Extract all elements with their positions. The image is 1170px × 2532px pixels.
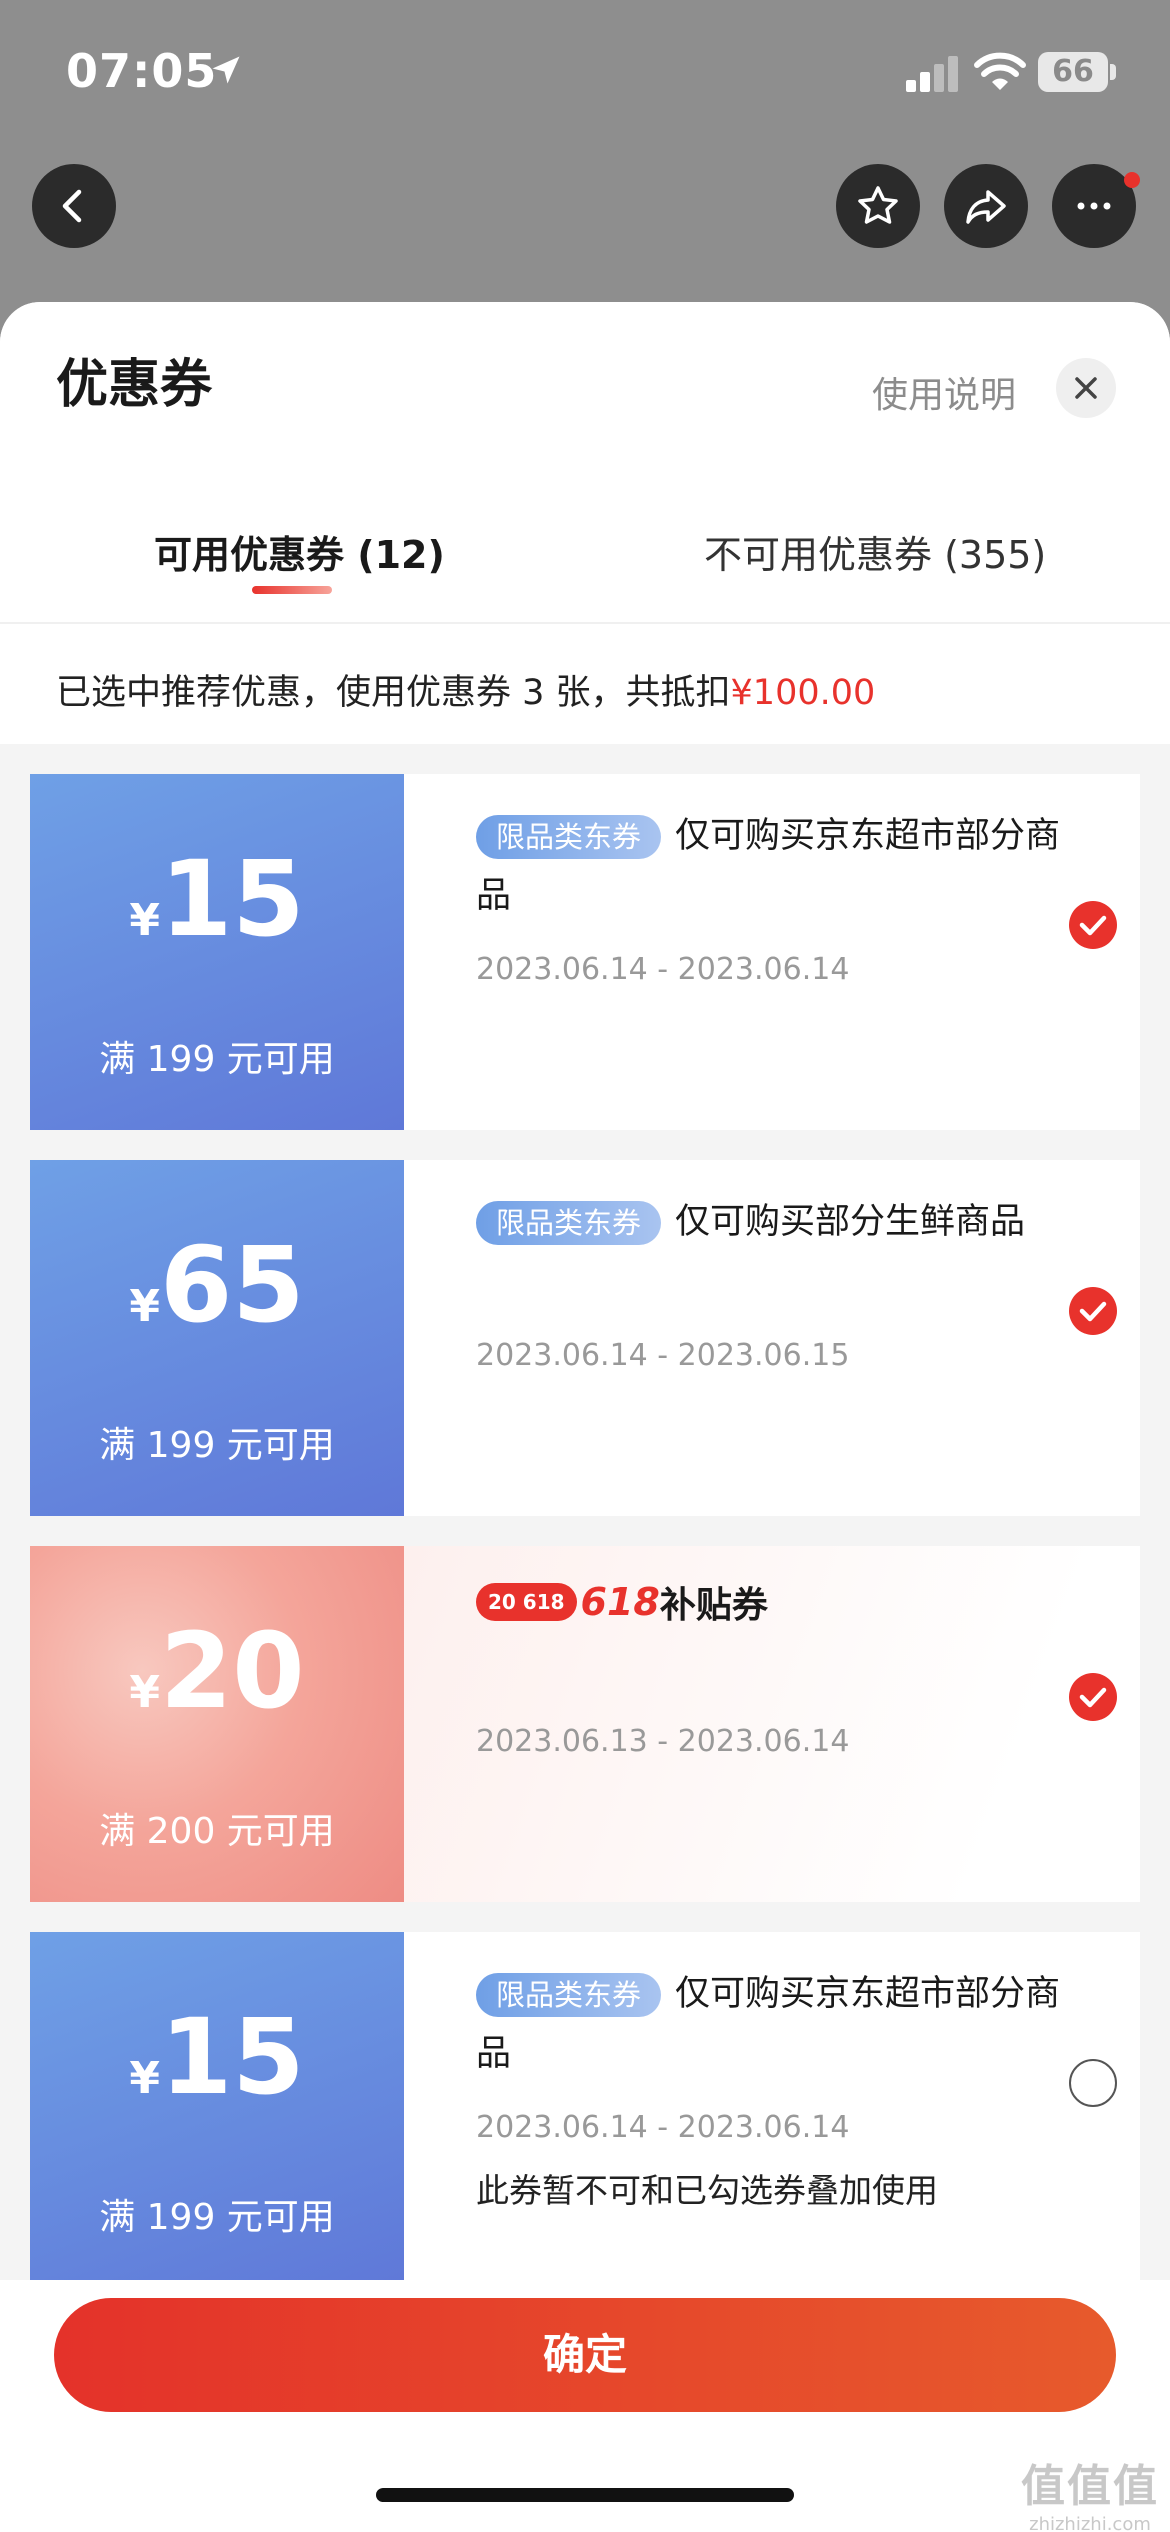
coupon-validity: 2023.06.14 - 2023.06.14 xyxy=(476,952,850,987)
confirm-button[interactable]: 确定 xyxy=(54,2298,1116,2412)
coupon-info-panel: 限品类东券 仅可购买京东超市部分商品 2023.06.14 - 2023.06.1… xyxy=(404,1932,1140,2288)
wifi-icon xyxy=(974,52,1026,90)
coupon-value-panel: ¥65 满 199 元可用 xyxy=(30,1160,404,1516)
home-indicator xyxy=(376,2488,794,2502)
watermark: 值值值 zhizhizhi.com xyxy=(1020,2450,1160,2532)
notification-dot xyxy=(1124,172,1140,188)
coupon-amount: 15 xyxy=(159,838,305,960)
category-badge: 限品类东券 xyxy=(476,815,662,859)
coupon-condition: 满 200 元可用 xyxy=(99,1811,335,1852)
sheet-title: 优惠券 xyxy=(56,355,213,415)
share-arrow-icon xyxy=(966,190,1006,224)
status-bar: 07:05 66 xyxy=(0,0,1170,150)
stacking-restriction-note: 此券暂不可和已勾选券叠加使用 xyxy=(476,2171,938,2210)
coupon-condition: 满 199 元可用 xyxy=(99,1425,335,1466)
tab-unavailable-coupons[interactable]: 不可用优惠券 (355) xyxy=(704,524,1046,579)
coupon-condition: 满 199 元可用 xyxy=(99,1039,335,1080)
coupon-validity: 2023.06.13 - 2023.06.14 xyxy=(476,1724,850,1759)
status-time: 07:05 xyxy=(66,44,218,98)
618-subsidy-tag: 20 618 618补贴券 xyxy=(476,1576,768,1626)
subsidy-coupon-label: 补贴券 xyxy=(659,1585,768,1626)
coupon-card[interactable]: ¥20 满 200 元可用 20 618 618补贴券 2023.06.13 - … xyxy=(30,1546,1140,1902)
coupon-validity: 2023.06.14 - 2023.06.14 xyxy=(476,2110,850,2145)
favorite-button[interactable] xyxy=(836,164,920,248)
usage-instructions-link[interactable]: 使用说明 xyxy=(872,366,1016,418)
coupon-info-panel: 限品类东券 仅可购买部分生鲜商品 2023.06.14 - 2023.06.15 xyxy=(404,1160,1140,1516)
coupon-info-panel: 限品类东券 仅可购买京东超市部分商品 2023.06.14 - 2023.06.1… xyxy=(404,774,1140,1130)
checked-circle-icon[interactable] xyxy=(1068,1672,1118,1722)
618-logo-pill: 20 618 xyxy=(476,1583,577,1621)
coupon-value-panel: ¥15 满 199 元可用 xyxy=(30,1932,404,2288)
coupon-amount: 20 xyxy=(159,1610,305,1732)
location-arrow-icon xyxy=(212,56,240,84)
618-number: 618 xyxy=(580,1580,660,1624)
back-button[interactable] xyxy=(32,164,116,248)
coupon-description: 仅可购买部分生鲜商品 xyxy=(675,1202,1026,1242)
close-button[interactable] xyxy=(1056,358,1116,418)
close-icon xyxy=(1075,377,1097,399)
more-dots-icon xyxy=(1077,202,1111,210)
coupon-value-panel: ¥15 满 199 元可用 xyxy=(30,774,404,1130)
currency-symbol: ¥ xyxy=(129,2053,160,2104)
coupon-validity: 2023.06.14 - 2023.06.15 xyxy=(476,1338,850,1373)
chevron-left-icon xyxy=(62,189,82,223)
coupon-card[interactable]: ¥65 满 199 元可用 限品类东券 仅可购买部分生鲜商品 2023.06.14… xyxy=(30,1160,1140,1516)
currency-symbol: ¥ xyxy=(129,1667,160,1718)
coupon-card[interactable]: ¥15 满 199 元可用 限品类东券 仅可购买京东超市部分商品 2023.06.… xyxy=(30,1932,1140,2288)
active-tab-indicator xyxy=(252,586,332,594)
checked-circle-icon[interactable] xyxy=(1068,1286,1118,1336)
battery-indicator: 66 xyxy=(1038,52,1108,92)
tab-available-coupons[interactable]: 可用优惠券 (12) xyxy=(154,524,445,579)
coupon-amount: 15 xyxy=(159,1996,305,2118)
category-badge: 限品类东券 xyxy=(476,1973,662,2017)
coupon-sheet: 优惠券 使用说明 可用优惠券 (12) 不可用优惠券 (355) 已选中推荐优惠… xyxy=(0,302,1170,2532)
currency-symbol: ¥ xyxy=(129,895,160,946)
star-icon xyxy=(858,186,898,224)
watermark-url: zhizhizhi.com xyxy=(1029,2514,1151,2532)
coupon-card[interactable]: ¥15 满 199 元可用 限品类东券 仅可购买京东超市部分商品 2023.06.… xyxy=(30,774,1140,1130)
sheet-header: 优惠券 使用说明 可用优惠券 (12) 不可用优惠券 (355) xyxy=(0,302,1170,624)
coupon-amount: 65 xyxy=(159,1224,305,1346)
selection-summary: 已选中推荐优惠，使用优惠券 3 张，共抵扣¥100.00 xyxy=(0,624,1170,744)
coupon-value-panel: ¥20 满 200 元可用 xyxy=(30,1546,404,1902)
cellular-signal-icon xyxy=(906,56,958,92)
share-button[interactable] xyxy=(944,164,1028,248)
category-badge: 限品类东券 xyxy=(476,1201,662,1245)
coupon-info-panel: 20 618 618补贴券 2023.06.13 - 2023.06.14 xyxy=(404,1546,1140,1902)
watermark-logo: 值值值 xyxy=(1021,2461,1159,2512)
coupon-condition: 满 199 元可用 xyxy=(99,2197,335,2238)
summary-amount: ¥100.00 xyxy=(730,673,876,713)
currency-symbol: ¥ xyxy=(129,1281,160,1332)
unchecked-circle-icon[interactable] xyxy=(1068,2058,1118,2108)
battery-cap xyxy=(1110,64,1116,80)
checked-circle-icon[interactable] xyxy=(1068,900,1118,950)
summary-text: 已选中推荐优惠，使用优惠券 3 张，共抵扣 xyxy=(56,673,731,713)
